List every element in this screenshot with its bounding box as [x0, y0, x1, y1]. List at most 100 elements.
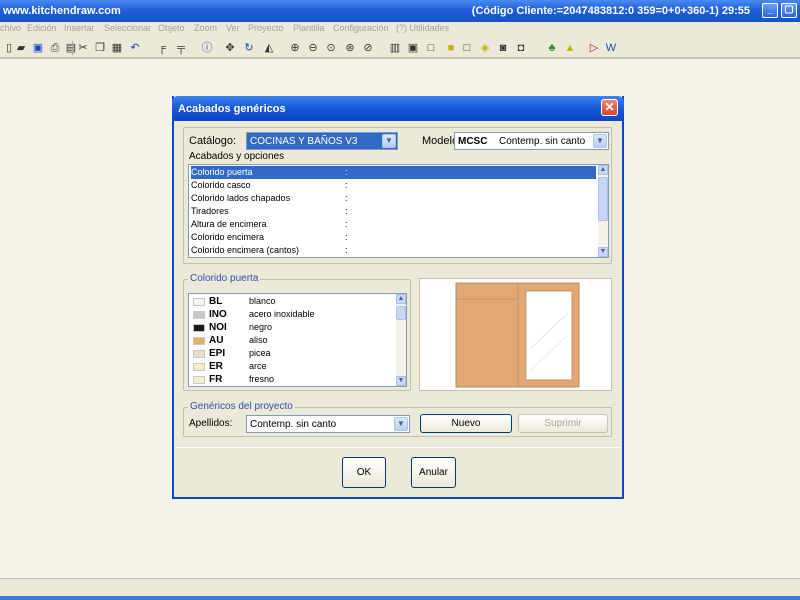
plan-view-icon[interactable]: ▥	[388, 41, 402, 55]
color-name: acero inoxidable	[249, 309, 315, 319]
main-toolbar: ▯ ▰ ▣ ⎙ ▤ ✂ ❐ ▦ ↶ ╒ ╤ ⓘ ✥ ↻ ◭ ⊕ ⊖ ⊙ ⊛ ⊘ …	[0, 37, 800, 59]
word-export-icon[interactable]: W	[604, 41, 618, 55]
catalog-dropdown-icon[interactable]: ▼	[382, 134, 396, 148]
zoom-window-icon[interactable]: ⊙	[324, 41, 338, 55]
color-row[interactable]: FR fresno	[191, 373, 396, 386]
color-name: picea	[249, 348, 271, 358]
folder-lock-icon[interactable]: ▲	[563, 41, 577, 55]
ok-button[interactable]: OK	[342, 457, 386, 488]
menu-ver[interactable]: Ver	[226, 23, 240, 33]
color-row[interactable]: BL blanco	[191, 295, 396, 308]
copy-icon[interactable]: ❐	[93, 41, 107, 55]
color-swatch	[193, 363, 205, 371]
option-row[interactable]: Colorido encimera :	[191, 231, 596, 244]
color-scrollbar[interactable]: ▲ ▼	[396, 294, 406, 386]
dialog-title: Acabados genéricos	[178, 103, 286, 115]
color-swatch	[193, 337, 205, 345]
scroll-down-icon[interactable]: ▼	[598, 247, 608, 257]
cancel-button[interactable]: Anular	[411, 457, 456, 488]
color-code: AU	[209, 335, 224, 346]
color-row[interactable]: ER arce	[191, 360, 396, 373]
option-row[interactable]: Colorido encimera (cantos) :	[191, 244, 596, 257]
option-separator: :	[345, 232, 348, 242]
color-row[interactable]: NOI negro	[191, 321, 396, 334]
menu-utilidades[interactable]: (?) Utilidades	[396, 23, 449, 33]
scroll-up-icon[interactable]: ▲	[396, 294, 406, 304]
restore-button[interactable]: ▢	[781, 3, 797, 18]
yellow-square-icon[interactable]: ■	[444, 41, 458, 55]
option-row[interactable]: Colorido lados chapados :	[191, 192, 596, 205]
finish-preview	[419, 278, 612, 391]
scroll-down-icon[interactable]: ▼	[396, 376, 406, 386]
option-name: Colorido encimera (cantos)	[191, 245, 300, 255]
color-row[interactable]: AU aliso	[191, 334, 396, 347]
open-folder-icon[interactable]: ▰	[14, 41, 28, 55]
color-row[interactable]: INO acero inoxidable	[191, 308, 396, 321]
option-row[interactable]: Altura de encimera :	[191, 218, 596, 231]
video-icon[interactable]: ◘	[514, 41, 528, 55]
surname-select[interactable]: Contemp. sin canto ▼	[246, 415, 410, 433]
menu-edicion[interactable]: Edición	[27, 23, 57, 33]
catalog-value: COCINAS Y BAÑOS V3	[250, 136, 358, 147]
cut-icon[interactable]: ✂	[76, 41, 90, 55]
options-list[interactable]: Colorido puerta : Colorido casco : Color…	[188, 164, 609, 258]
save-icon[interactable]: ▣	[31, 41, 45, 55]
dialog-separator	[176, 447, 620, 448]
client-code-text: (Código Cliente:=2047483812:0 359=0+0+36…	[471, 5, 750, 17]
undo-icon[interactable]: ↶	[128, 41, 142, 55]
zoom-previous-icon[interactable]: ⊘	[361, 41, 375, 55]
elevation-view-icon[interactable]: ▣	[406, 41, 420, 55]
zoom-out-icon[interactable]: ⊖	[306, 41, 320, 55]
rotate-icon[interactable]: ↻	[242, 41, 256, 55]
scroll-thumb[interactable]	[598, 177, 608, 221]
scroll-up-icon[interactable]: ▲	[598, 165, 608, 175]
cube-icon[interactable]: ◈	[478, 41, 492, 55]
place-object-icon[interactable]: ╒	[155, 41, 169, 55]
camera-icon[interactable]: ◙	[496, 41, 510, 55]
scroll-thumb[interactable]	[396, 306, 406, 320]
scene-icon[interactable]: ♣	[545, 41, 559, 55]
project-generics-label: Genéricos del proyecto	[188, 401, 295, 412]
outline-box-icon[interactable]: □	[460, 41, 474, 55]
option-row[interactable]: Colorido puerta :	[191, 166, 596, 179]
move-icon[interactable]: ✥	[223, 41, 237, 55]
dialog-close-button[interactable]: ✕	[601, 99, 618, 116]
print-icon[interactable]: ⎙	[48, 41, 62, 55]
new-button[interactable]: Nuevo	[420, 414, 512, 433]
minimize-button[interactable]: _	[762, 3, 778, 18]
menu-insertar[interactable]: Insertar	[64, 23, 95, 33]
paste-icon[interactable]: ▦	[110, 41, 124, 55]
model-dropdown-icon[interactable]: ▼	[593, 134, 607, 148]
option-row[interactable]: Colorido casco :	[191, 179, 596, 192]
color-row[interactable]: EPI picea	[191, 347, 396, 360]
color-name: fresno	[249, 374, 275, 384]
catalog-select[interactable]: COCINAS Y BAÑOS V3 ▼	[246, 132, 398, 150]
menu-configuracion[interactable]: Configuración	[333, 23, 389, 33]
options-scrollbar[interactable]: ▲ ▼	[598, 165, 608, 257]
surname-value: Contemp. sin canto	[250, 419, 337, 430]
mirror-icon[interactable]: ◭	[262, 41, 276, 55]
option-separator: :	[345, 180, 348, 190]
info-icon[interactable]: ⓘ	[200, 41, 214, 55]
option-row[interactable]: Tiradores :	[191, 205, 596, 218]
door-color-list[interactable]: BL blanco INO acero inoxidable NOI negro…	[188, 293, 407, 387]
box-view-icon[interactable]: □	[424, 41, 438, 55]
taskbar-strip	[0, 596, 800, 600]
pdf-icon[interactable]: ▷	[587, 41, 601, 55]
model-select[interactable]: MCSC Contemp. sin canto ▼	[454, 132, 609, 150]
zoom-all-icon[interactable]: ⊛	[343, 41, 357, 55]
option-name: Colorido casco	[191, 180, 251, 190]
zoom-in-icon[interactable]: ⊕	[288, 41, 302, 55]
surname-dropdown-icon[interactable]: ▼	[394, 417, 408, 431]
catalog-panel: Catálogo: COCINAS Y BAÑOS V3 ▼ Modelo: M…	[183, 127, 612, 264]
wall-tool-icon[interactable]: ╤	[174, 41, 188, 55]
menu-proyecto[interactable]: Proyecto	[248, 23, 284, 33]
menu-objeto[interactable]: Objeto	[158, 23, 185, 33]
menu-archivo[interactable]: chivo	[0, 23, 21, 33]
delete-button[interactable]: Suprimir	[518, 414, 608, 433]
menu-zoom[interactable]: Zoom	[194, 23, 217, 33]
color-code: BL	[209, 296, 223, 307]
menu-plantilla[interactable]: Plantilla	[293, 23, 325, 33]
menu-seleccionar[interactable]: Seleccionar	[104, 23, 151, 33]
dialog-titlebar: Acabados genéricos ✕	[172, 96, 624, 121]
